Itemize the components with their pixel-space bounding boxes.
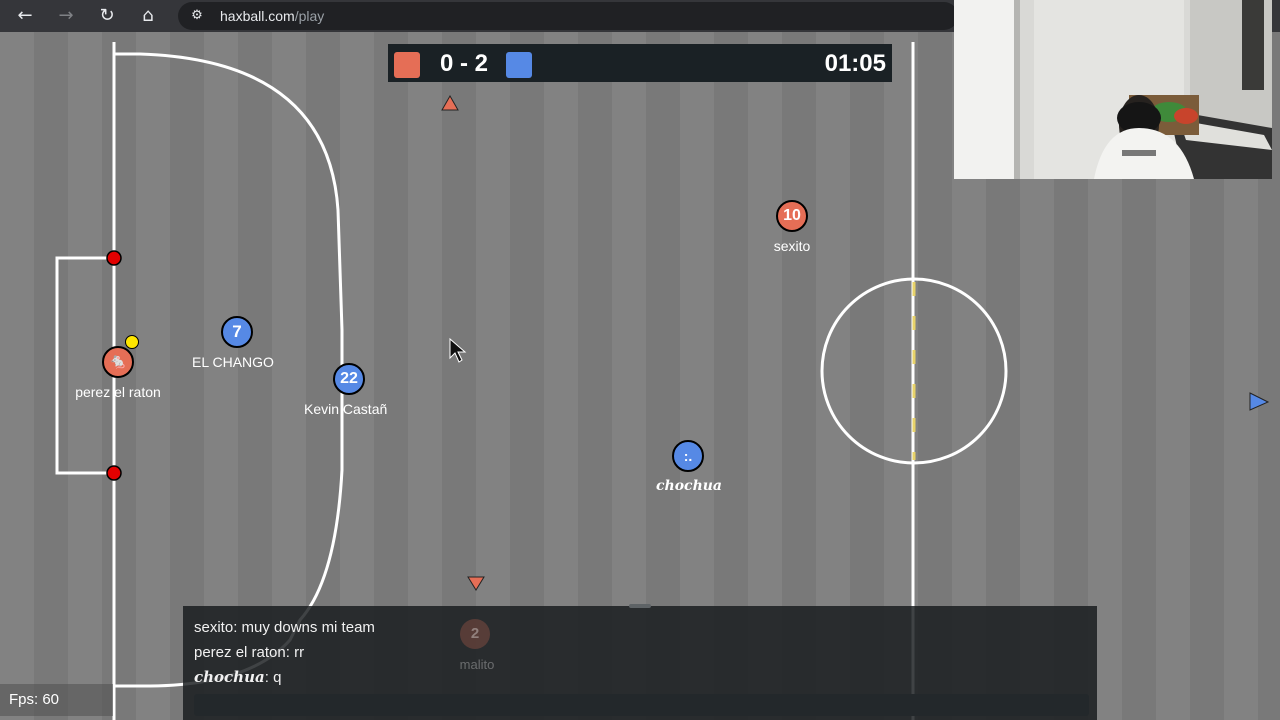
chat-log: sexito: muy downs mi team perez el raton… bbox=[194, 618, 375, 693]
chat-resize-handle[interactable] bbox=[629, 604, 651, 608]
goal-post-bottom bbox=[106, 465, 122, 481]
player-behind-chat: 2 bbox=[460, 619, 490, 649]
chat-text: muy downs mi team bbox=[241, 619, 375, 636]
fps-counter: Fps: 60 bbox=[0, 684, 113, 716]
player-chochua: :. bbox=[672, 440, 704, 472]
player-sexito: 10 bbox=[776, 200, 808, 232]
player-name: Kevin Castañ bbox=[304, 401, 388, 417]
chat-text: q bbox=[273, 669, 282, 686]
home-icon[interactable]: ⌂ bbox=[136, 4, 160, 28]
mouse-cursor-icon bbox=[449, 337, 467, 363]
blue-offscreen-indicator-right bbox=[1249, 392, 1270, 411]
chat-author: sexito bbox=[194, 619, 234, 636]
url-host: haxball.com bbox=[220, 8, 295, 24]
player-name: chochua bbox=[656, 478, 722, 494]
player-perez-el-raton: 🐁 bbox=[102, 346, 134, 378]
player-name: perez el raton bbox=[75, 384, 161, 400]
url-path: /play bbox=[294, 8, 325, 24]
chat-message: chochua: q bbox=[194, 668, 282, 686]
penalty-area-arc bbox=[114, 52, 344, 688]
chat-message: sexito: muy downs mi team bbox=[194, 619, 375, 636]
scoreboard: 0 - 2 01:05 bbox=[388, 44, 892, 82]
goal-post-top bbox=[106, 250, 122, 266]
chat-author: perez el raton bbox=[194, 644, 286, 661]
red-offscreen-indicator-top bbox=[441, 94, 459, 111]
red-offscreen-indicator-bottom bbox=[467, 576, 485, 591]
back-arrow-icon[interactable]: ← bbox=[13, 4, 37, 28]
ball bbox=[125, 335, 139, 349]
webcam-overlay bbox=[954, 0, 1272, 179]
site-settings-icon[interactable]: ⚙ bbox=[188, 7, 206, 25]
player-name: sexito bbox=[773, 238, 811, 254]
chat-author: chochua bbox=[194, 668, 265, 686]
url-text: haxball.com/play bbox=[220, 8, 324, 24]
reload-icon[interactable]: ↻ bbox=[95, 4, 119, 28]
blue-team-icon bbox=[506, 52, 532, 78]
forward-arrow-icon[interactable]: → bbox=[54, 4, 78, 28]
player-kevin-castan: 22 bbox=[333, 363, 365, 395]
webcam-feed bbox=[954, 0, 1272, 179]
chat-text: rr bbox=[294, 644, 305, 661]
player-name: EL CHANGO bbox=[192, 354, 274, 370]
chat-panel: 2 malito sexito: muy downs mi team perez… bbox=[183, 604, 1097, 720]
match-timer: 01:05 bbox=[824, 50, 886, 77]
address-bar[interactable]: ⚙ haxball.com/play bbox=[178, 2, 958, 30]
player-el-chango: 7 bbox=[221, 316, 253, 348]
chat-message: perez el raton: rr bbox=[194, 644, 305, 661]
score: 0 - 2 bbox=[439, 50, 489, 77]
player-name: malito bbox=[459, 657, 495, 672]
chat-input[interactable] bbox=[194, 694, 1089, 716]
red-team-icon bbox=[394, 52, 420, 78]
